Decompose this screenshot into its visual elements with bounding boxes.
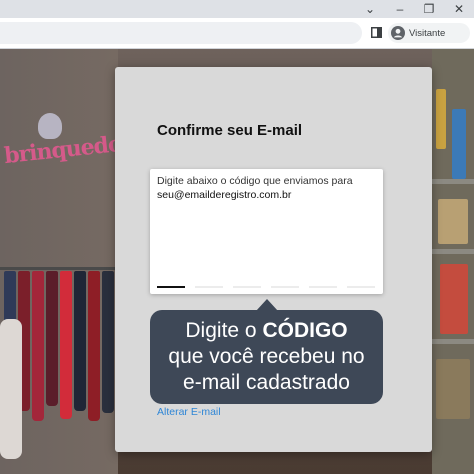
restore-icon[interactable]: ❐: [414, 0, 444, 18]
browser-titlebar: ⌄ – ❐ ✕: [0, 0, 474, 18]
callout-code-emphasis: CÓDIGO: [262, 319, 348, 342]
garment: [88, 271, 100, 421]
clothes-rack: [0, 267, 120, 270]
profile-button[interactable]: Visitante: [388, 23, 470, 43]
shelf: [432, 179, 474, 184]
minimize-icon[interactable]: –: [385, 0, 415, 18]
address-bar[interactable]: [0, 22, 362, 44]
code-digit-input-2[interactable]: [195, 286, 223, 288]
avatar-icon: [391, 26, 405, 40]
instruction-text: Digite abaixo o código que enviamos para: [157, 175, 353, 187]
code-digit-input-4[interactable]: [271, 286, 299, 288]
instruction-callout: Digite o CÓDIGO que você recebeu no e-ma…: [150, 310, 383, 404]
garment: [102, 271, 114, 413]
garment: [74, 271, 86, 411]
profile-label: Visitante: [409, 27, 446, 39]
callout-line-1: Digite o CÓDIGO: [185, 318, 347, 344]
toy-box: [440, 264, 468, 334]
mannequin: [0, 319, 22, 459]
email-address: seu@emailderegistro.com.br: [157, 189, 292, 201]
code-digit-input-3[interactable]: [233, 286, 261, 288]
code-digit-input-6[interactable]: [347, 286, 375, 288]
modal-title: Confirme seu E-mail: [157, 122, 303, 139]
callout-line-2: que você recebeu no: [168, 345, 365, 368]
toy-box: [438, 199, 468, 244]
chevron-down-icon[interactable]: ⌄: [355, 0, 385, 18]
code-digit-input-5[interactable]: [309, 286, 337, 288]
toy-box: [436, 89, 446, 149]
garment: [60, 271, 72, 419]
shelf: [432, 339, 474, 344]
callout-line-3: e-mail cadastrado: [183, 371, 350, 394]
code-entry-card: Digite abaixo o código que enviamos para…: [150, 169, 383, 294]
change-email-link[interactable]: Alterar E-mail: [157, 406, 221, 418]
side-panel-icon[interactable]: [371, 27, 382, 38]
toy-box: [436, 359, 470, 419]
shelf: [432, 249, 474, 254]
garment: [32, 271, 44, 421]
close-icon[interactable]: ✕: [444, 0, 474, 18]
toy-box: [452, 109, 466, 179]
garment: [46, 271, 58, 406]
owl-mascot: [38, 113, 62, 139]
browser-toolbar: Visitante: [0, 18, 474, 49]
code-digit-input-1[interactable]: [157, 286, 185, 288]
callout-line-1-prefix: Digite o: [185, 319, 263, 342]
